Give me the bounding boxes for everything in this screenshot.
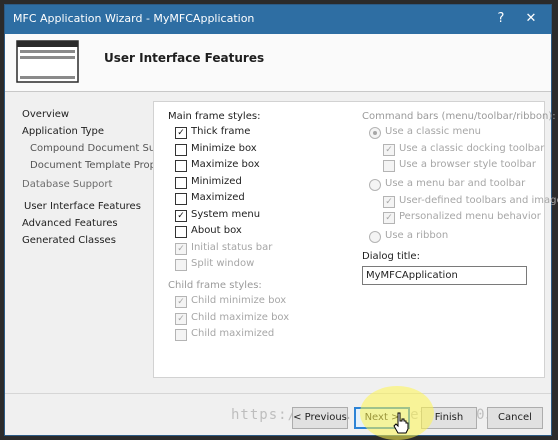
- radio-label: Use a ribbon: [385, 230, 449, 241]
- nav-item-overview[interactable]: Overview: [22, 109, 69, 120]
- checkbox-label: Initial status bar: [191, 242, 273, 253]
- checkbox-box: [175, 259, 187, 271]
- checkbox-label: User-defined toolbars and images: [399, 195, 558, 206]
- dialog-title-label: Dialog title:: [362, 251, 420, 262]
- checkbox-box: [175, 329, 187, 341]
- checkbox-box: ✓: [175, 296, 187, 308]
- radio-circle: [369, 127, 381, 139]
- radio-circle: [369, 231, 381, 243]
- dialog-title-input[interactable]: [362, 266, 527, 285]
- nav-item-application-type[interactable]: Application Type: [22, 126, 104, 137]
- checkbox-label: Minimized: [191, 176, 242, 187]
- checkbox-label: Use a classic docking toolbar: [399, 143, 545, 154]
- page-title: User Interface Features: [104, 51, 265, 65]
- close-button[interactable]: ✕: [521, 9, 541, 29]
- hand-cursor-icon: [393, 412, 409, 434]
- checkbox-box: ✓: [383, 196, 395, 208]
- checkbox-box: ✓: [383, 212, 395, 224]
- nav-item-user-interface[interactable]: User Interface Features: [24, 201, 141, 212]
- nav-item-advanced-features[interactable]: Advanced Features: [22, 218, 118, 229]
- checkbox-box: ✓: [175, 210, 187, 222]
- checkbox-box: [175, 144, 187, 156]
- checkbox-label: Personalized menu behavior: [399, 211, 541, 222]
- checkbox-label: Maximize box: [191, 159, 260, 170]
- checkbox-label: About box: [191, 225, 242, 236]
- checkbox-label: Maximized: [191, 192, 245, 203]
- checkbox-label: Thick frame: [191, 126, 251, 137]
- checkbox-label: Child maximize box: [191, 312, 290, 323]
- wizard-header: User Interface Features: [5, 34, 551, 92]
- command-bars-label: Command bars (menu/toolbar/ribbon):: [362, 111, 556, 122]
- window-title: MFC Application Wizard - MyMFCApplicatio…: [13, 12, 255, 25]
- checkbox-box: ✓: [175, 127, 187, 139]
- checkbox-box: [175, 177, 187, 189]
- checkbox-box: [383, 160, 395, 172]
- checkbox-label: Child minimize box: [191, 295, 287, 306]
- radio-label: Use a classic menu: [385, 126, 482, 137]
- child-frame-label: Child frame styles:: [168, 280, 262, 291]
- checkbox-box: ✓: [383, 144, 395, 156]
- cancel-button[interactable]: Cancel: [487, 407, 543, 429]
- options-panel: Main frame styles: ✓ Thick frame Minimiz…: [153, 101, 558, 378]
- checkbox-label: Child maximized: [191, 328, 275, 339]
- checkbox-label: Split window: [191, 258, 255, 269]
- checkbox-label: Use a browser style toolbar: [399, 159, 537, 170]
- checkbox-box: [175, 193, 187, 205]
- footer-divider: [5, 393, 551, 394]
- window-layout-icon: [16, 40, 79, 83]
- checkbox-box: ✓: [175, 313, 187, 325]
- previous-button[interactable]: < Previous: [292, 407, 348, 429]
- main-frame-label: Main frame styles:: [168, 111, 261, 122]
- checkbox-box: [175, 160, 187, 172]
- checkbox-box: ✓: [175, 243, 187, 255]
- title-bar: MFC Application Wizard - MyMFCApplicatio…: [5, 5, 551, 34]
- nav-item-database-support[interactable]: Database Support: [22, 179, 112, 190]
- radio-label: Use a menu bar and toolbar: [385, 178, 526, 189]
- nav-item-generated-classes[interactable]: Generated Classes: [22, 235, 116, 246]
- help-button[interactable]: ?: [491, 9, 511, 29]
- checkbox-label: Minimize box: [191, 143, 257, 154]
- checkbox-label: System menu: [191, 209, 261, 220]
- radio-circle: [369, 179, 381, 191]
- wizard-window: MFC Application Wizard - MyMFCApplicatio…: [4, 4, 558, 436]
- checkbox-box: [175, 226, 187, 238]
